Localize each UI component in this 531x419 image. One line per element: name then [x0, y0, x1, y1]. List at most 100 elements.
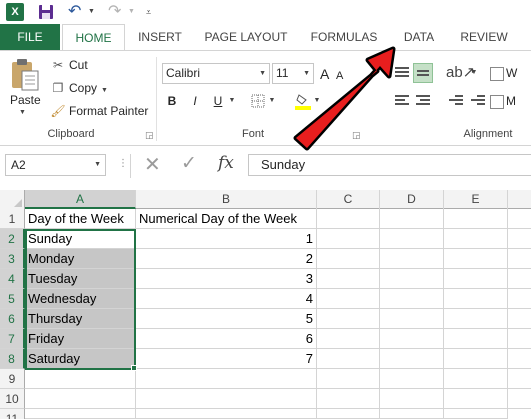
undo-icon[interactable]: ↶ — [68, 3, 84, 21]
cell-f3[interactable] — [508, 249, 531, 269]
cell-b9[interactable] — [136, 369, 317, 389]
tab-page-layout[interactable]: PAGE LAYOUT — [200, 24, 292, 50]
cell-b5[interactable]: 4 — [136, 289, 317, 309]
cell-e4[interactable] — [444, 269, 508, 289]
cell-a1[interactable]: Day of the Week — [25, 209, 136, 229]
wrap-text-button[interactable]: W — [490, 63, 530, 83]
column-header-a[interactable]: A — [25, 190, 136, 209]
cell-f2[interactable] — [508, 229, 531, 249]
cell-b11[interactable] — [136, 409, 317, 419]
cell-d7[interactable] — [380, 329, 444, 349]
cell-f8[interactable] — [508, 349, 531, 369]
cell-f6[interactable] — [508, 309, 531, 329]
align-left-button[interactable] — [392, 91, 412, 111]
cell-d11[interactable] — [380, 409, 444, 419]
formula-input[interactable]: Sunday — [248, 154, 531, 176]
cell-d10[interactable] — [380, 389, 444, 409]
borders-dropdown-icon[interactable]: ▼ — [268, 91, 276, 111]
cell-a9[interactable] — [25, 369, 136, 389]
merge-center-button[interactable]: M — [490, 91, 530, 111]
cell-d2[interactable] — [380, 229, 444, 249]
insert-function-icon[interactable]: fx — [218, 153, 234, 173]
tab-review[interactable]: REVIEW — [456, 24, 512, 50]
cell-d6[interactable] — [380, 309, 444, 329]
align-middle-button[interactable] — [413, 63, 433, 83]
cell-d9[interactable] — [380, 369, 444, 389]
cell-f5[interactable] — [508, 289, 531, 309]
cell-b10[interactable] — [136, 389, 317, 409]
cell-a3[interactable]: Monday — [25, 249, 136, 269]
row-header-11[interactable]: 11 — [0, 409, 25, 419]
cell-c10[interactable] — [317, 389, 380, 409]
underline-button[interactable]: U — [211, 91, 225, 111]
bold-button[interactable]: B — [165, 91, 179, 111]
cell-f9[interactable] — [508, 369, 531, 389]
row-header-3[interactable]: 3 — [0, 249, 25, 269]
save-icon[interactable] — [38, 3, 54, 21]
cell-c5[interactable] — [317, 289, 380, 309]
cell-e5[interactable] — [444, 289, 508, 309]
cell-e9[interactable] — [444, 369, 508, 389]
tab-insert[interactable]: INSERT — [134, 24, 186, 50]
resize-handle-icon[interactable]: ⋮ — [118, 158, 128, 169]
cell-e8[interactable] — [444, 349, 508, 369]
row-header-10[interactable]: 10 — [0, 389, 25, 409]
decrease-indent-button[interactable] — [446, 91, 466, 111]
cell-d5[interactable] — [380, 289, 444, 309]
cell-c3[interactable] — [317, 249, 380, 269]
cut-button[interactable]: ✂ Cut — [50, 55, 88, 75]
cell-b8[interactable]: 7 — [136, 349, 317, 369]
font-launcher-icon[interactable]: ◲ — [352, 130, 361, 141]
cell-a2[interactable]: Sunday — [25, 229, 136, 249]
font-size-select[interactable]: 11 ▼ — [272, 63, 314, 84]
orientation-icon[interactable]: ab↗ — [446, 63, 475, 83]
cell-c6[interactable] — [317, 309, 380, 329]
borders-icon[interactable] — [250, 91, 266, 111]
shrink-font-button[interactable]: A — [336, 66, 343, 86]
column-header-d[interactable]: D — [380, 190, 444, 209]
fill-color-dropdown-icon[interactable]: ▼ — [313, 91, 321, 111]
cell-a7[interactable]: Friday — [25, 329, 136, 349]
paste-button[interactable]: Paste — [10, 93, 41, 107]
cell-b3[interactable]: 2 — [136, 249, 317, 269]
font-name-select[interactable]: Calibri ▼ — [162, 63, 270, 84]
redo-icon[interactable]: ↷ — [108, 3, 124, 21]
cell-c9[interactable] — [317, 369, 380, 389]
cell-a11[interactable] — [25, 409, 136, 419]
name-box[interactable]: A2 ▼ — [5, 154, 106, 176]
underline-dropdown-icon[interactable]: ▼ — [228, 91, 236, 111]
cell-e6[interactable] — [444, 309, 508, 329]
cell-e11[interactable] — [444, 409, 508, 419]
fill-color-icon[interactable] — [294, 91, 312, 111]
grow-font-button[interactable]: A — [320, 64, 329, 84]
cell-e7[interactable] — [444, 329, 508, 349]
cell-a8[interactable]: Saturday — [25, 349, 136, 369]
cell-f4[interactable] — [508, 269, 531, 289]
row-header-6[interactable]: 6 — [0, 309, 25, 329]
cell-e3[interactable] — [444, 249, 508, 269]
cell-c2[interactable] — [317, 229, 380, 249]
cell-c4[interactable] — [317, 269, 380, 289]
cell-b6[interactable]: 5 — [136, 309, 317, 329]
align-right-button[interactable] — [413, 91, 433, 111]
row-header-4[interactable]: 4 — [0, 269, 25, 289]
cell-e1[interactable] — [444, 209, 508, 229]
enter-icon[interactable]: ✓ — [181, 152, 197, 175]
row-header-8[interactable]: 8 — [0, 349, 25, 369]
paste-dropdown-icon[interactable]: ▼ — [19, 109, 26, 116]
fill-handle[interactable] — [131, 365, 137, 371]
tab-home[interactable]: HOME — [62, 24, 125, 51]
orientation-dropdown-icon[interactable]: ▼ — [470, 63, 478, 83]
undo-dropdown-icon[interactable]: ▼ — [88, 3, 96, 21]
column-header-b[interactable]: B — [136, 190, 317, 209]
cell-d1[interactable] — [380, 209, 444, 229]
tab-formulas[interactable]: FORMULAS — [306, 24, 382, 50]
cell-c8[interactable] — [317, 349, 380, 369]
row-header-7[interactable]: 7 — [0, 329, 25, 349]
cell-d4[interactable] — [380, 269, 444, 289]
cell-a4[interactable]: Tuesday — [25, 269, 136, 289]
cell-e2[interactable] — [444, 229, 508, 249]
cell-b7[interactable]: 6 — [136, 329, 317, 349]
cell-f7[interactable] — [508, 329, 531, 349]
clipboard-launcher-icon[interactable]: ◲ — [145, 130, 154, 141]
